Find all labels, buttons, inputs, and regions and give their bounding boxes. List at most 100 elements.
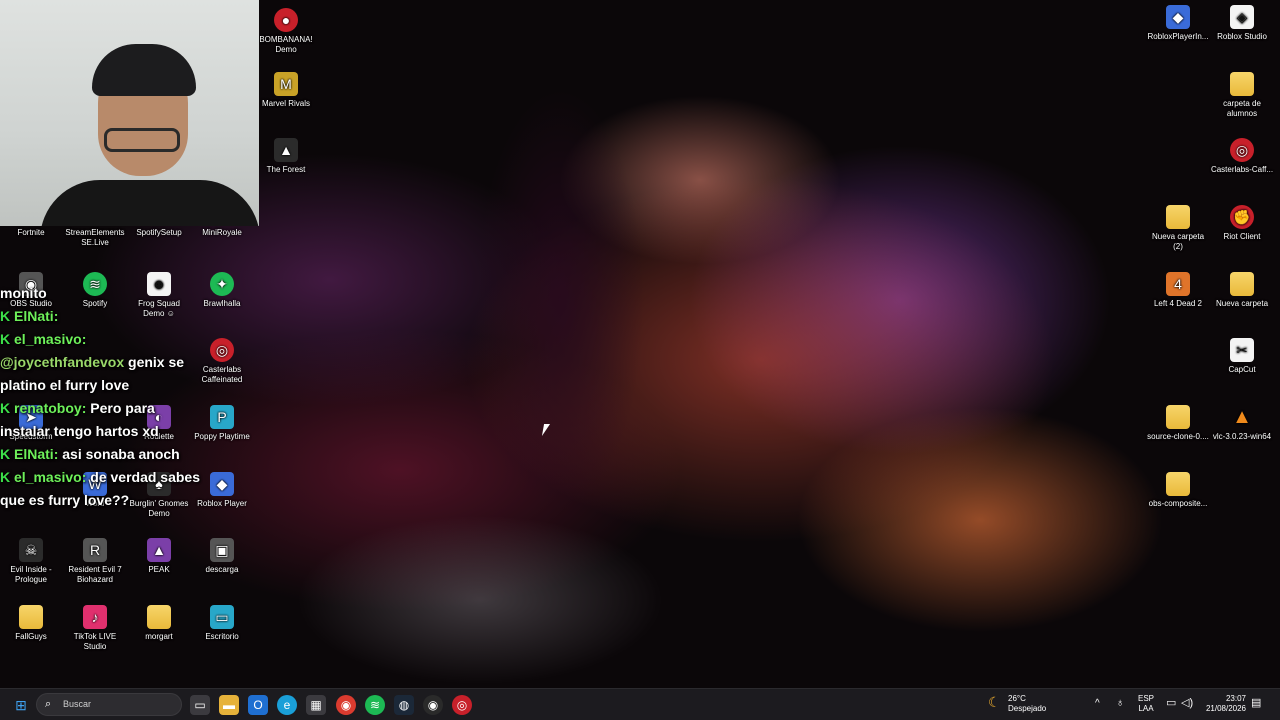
chat-message: K el_masivo: de verdad sabes que es furr…	[0, 466, 200, 512]
desktop-icon-tiktok-live[interactable]: ♪ TikTok LIVE Studio	[63, 605, 127, 652]
taskbar-search-box[interactable]: ⌕ Buscar	[36, 693, 182, 716]
search-placeholder: Buscar	[63, 699, 92, 709]
the-forest-icon: ▲	[274, 138, 298, 162]
chat-username: ElNati:	[14, 446, 59, 462]
icon-label: MiniRoyale	[202, 228, 242, 237]
folder-icon	[1230, 72, 1254, 96]
microsoft-store-icon[interactable]: ▦	[306, 695, 326, 715]
brawlhalla-icon: ✦	[210, 272, 234, 296]
desktop-icon-fallguys[interactable]: FallGuys	[0, 605, 63, 642]
desktop-icon-morgart[interactable]: morgart	[127, 605, 191, 642]
left4dead-icon: 4	[1166, 272, 1190, 296]
casterlabs-taskbar-icon[interactable]: ◎	[452, 695, 472, 715]
icon-label: Fortnite	[17, 228, 45, 237]
desktop-icon-marvel-rivals[interactable]: M Marvel Rivals	[254, 72, 318, 109]
desktop-icon-roblox-installer[interactable]: ◆ RobloxPlayerIn...	[1146, 5, 1210, 42]
webcam-person-glasses	[104, 128, 180, 152]
desktop-icon-riot-client[interactable]: ✊ Riot Client	[1210, 205, 1274, 242]
desktop-icon-resident-evil[interactable]: R Resident Evil 7 Biohazard	[63, 538, 127, 585]
chat-message: K ElNati:	[0, 305, 200, 328]
riot-client-icon: ✊	[1230, 205, 1254, 229]
edge-icon[interactable]: e	[277, 695, 297, 715]
roblox-studio-icon: ◈	[1230, 5, 1254, 29]
desktop-icon-spotifysetup[interactable]: SpotifySetup	[127, 228, 191, 238]
task-view-icon[interactable]: ▭	[190, 695, 210, 715]
icon-label: SpotifySetup	[136, 228, 182, 237]
evil-inside-icon: ☠	[19, 538, 43, 562]
icon-label: Roblox Player	[197, 499, 247, 508]
webcam-person-body	[40, 180, 259, 226]
desktop-icon-streamelements[interactable]: StreamElements SE.Live	[63, 228, 127, 248]
chat-message: @joycethfandevox genix se platino el fur…	[0, 351, 200, 397]
chat-badge: K	[0, 400, 11, 416]
vlc-icon: ▲	[1232, 406, 1252, 428]
icon-label: Evil Inside - Prologue	[10, 565, 52, 584]
icon-label: Nueva carpeta (2)	[1151, 232, 1205, 251]
desktop-icon-descarga[interactable]: ▣ descarga	[190, 538, 254, 575]
desktop-icon-peak[interactable]: ▲ PEAK	[127, 538, 191, 575]
poppy-playtime-icon: P	[210, 405, 234, 429]
folder-icon	[1166, 472, 1190, 496]
taskbar: ⊞ ⌕ Buscar ▭ ▬ O e ▦ ◉ ≋ ◍ ◉ ◎ ☾ 26°C De…	[0, 688, 1280, 720]
chat-badge: K	[0, 308, 11, 324]
desktop-icon-roblox-studio[interactable]: ◈ Roblox Studio	[1210, 5, 1274, 42]
desktop-icon-left4dead[interactable]: 4 Left 4 Dead 2	[1146, 272, 1210, 309]
icon-label: source-clone-0....	[1147, 432, 1209, 441]
desktop-icon-bombanana[interactable]: ● BOMBANANA! Demo	[254, 8, 318, 55]
stream-chat-overlay: monito K ElNati: K el_masivo: @joycethfa…	[0, 282, 200, 512]
desktop-shortcut-icon: ▭	[210, 605, 234, 629]
search-icon: ⌕	[45, 698, 52, 710]
icon-label: Left 4 Dead 2	[1153, 299, 1203, 308]
desktop-icon-capcut[interactable]: ✂ CapCut	[1210, 338, 1274, 375]
icon-label: PEAK	[148, 565, 170, 574]
chat-username: el_masivo:	[14, 331, 87, 347]
icon-label: FallGuys	[15, 632, 47, 641]
desktop-icon-fortnite[interactable]: Fortnite	[0, 228, 63, 238]
chat-badge: K	[0, 446, 11, 462]
chat-message: K el_masivo:	[0, 328, 200, 351]
network-icon[interactable]: ▭	[1166, 698, 1176, 709]
chrome-icon[interactable]: ◉	[336, 695, 356, 715]
desktop-icon-escritorio[interactable]: ▭ Escritorio	[190, 605, 254, 642]
weather-widget[interactable]: 26°C Despejado	[1008, 694, 1046, 714]
chevron-up-icon[interactable]: ^	[1095, 699, 1100, 709]
chat-username: renatoboy:	[14, 400, 87, 416]
desktop-icon-the-forest[interactable]: ▲ The Forest	[254, 138, 318, 175]
roblox-icon: ◆	[210, 472, 234, 496]
desktop-icon-evil-inside[interactable]: ☠ Evil Inside - Prologue	[0, 538, 63, 585]
desktop-icon-miniroyale[interactable]: MiniRoyale	[190, 228, 254, 238]
desktop-icon-nueva-carpeta[interactable]: Nueva carpeta	[1210, 272, 1274, 309]
weather-temperature: 26°C	[1008, 694, 1026, 703]
desktop-icon-casterlabs-caff[interactable]: ◎ Casterlabs-Caff...	[1210, 138, 1274, 175]
icon-label: Casterlabs-Caff...	[1210, 165, 1274, 174]
desktop-icon-obs-composite[interactable]: obs-composite...	[1146, 472, 1210, 509]
microphone-icon[interactable]: ♁	[1116, 698, 1124, 709]
desktop-icon-carpeta-alumnos[interactable]: carpeta de alumnos	[1210, 72, 1274, 119]
desktop-icon-source-clone[interactable]: source-clone-0....	[1146, 405, 1210, 442]
tiktok-icon: ♪	[83, 605, 107, 629]
start-windows-icon[interactable]: ⊞	[11, 695, 31, 715]
clock-date: 21/08/2026	[1205, 704, 1246, 713]
outlook-icon[interactable]: O	[248, 695, 268, 715]
notifications-icon[interactable]: ▤	[1251, 698, 1261, 709]
weather-moon-icon: ☾	[988, 694, 1001, 710]
file-explorer-icon[interactable]: ▬	[219, 695, 239, 715]
icon-label: Casterlabs Caffeinated	[201, 365, 243, 384]
steam-icon[interactable]: ◍	[394, 695, 414, 715]
language-indicator[interactable]: ESP LAA	[1138, 694, 1154, 714]
volume-icon[interactable]: ◁)	[1181, 698, 1193, 709]
folder-icon	[19, 605, 43, 629]
desktop-icon-nueva-carpeta-2[interactable]: Nueva carpeta (2)	[1146, 205, 1210, 252]
folder-icon	[1166, 405, 1190, 429]
peak-icon: ▲	[147, 538, 171, 562]
desktop-icon-vlc[interactable]: ▲ vlc-3.0.23-win64	[1210, 405, 1274, 442]
clock[interactable]: 23:07 21/08/2026	[1204, 694, 1246, 714]
icon-label: StreamElements SE.Live	[65, 228, 125, 247]
icon-label: Poppy Playtime	[194, 432, 250, 441]
obs-taskbar-icon[interactable]: ◉	[423, 695, 443, 715]
chat-mention: @joycethfandevox	[0, 354, 125, 370]
casterlabs-icon: ◎	[210, 338, 234, 362]
webcam-person-hair	[92, 44, 196, 96]
bombanana-icon: ●	[274, 8, 298, 32]
spotify-taskbar-icon[interactable]: ≋	[365, 695, 385, 715]
